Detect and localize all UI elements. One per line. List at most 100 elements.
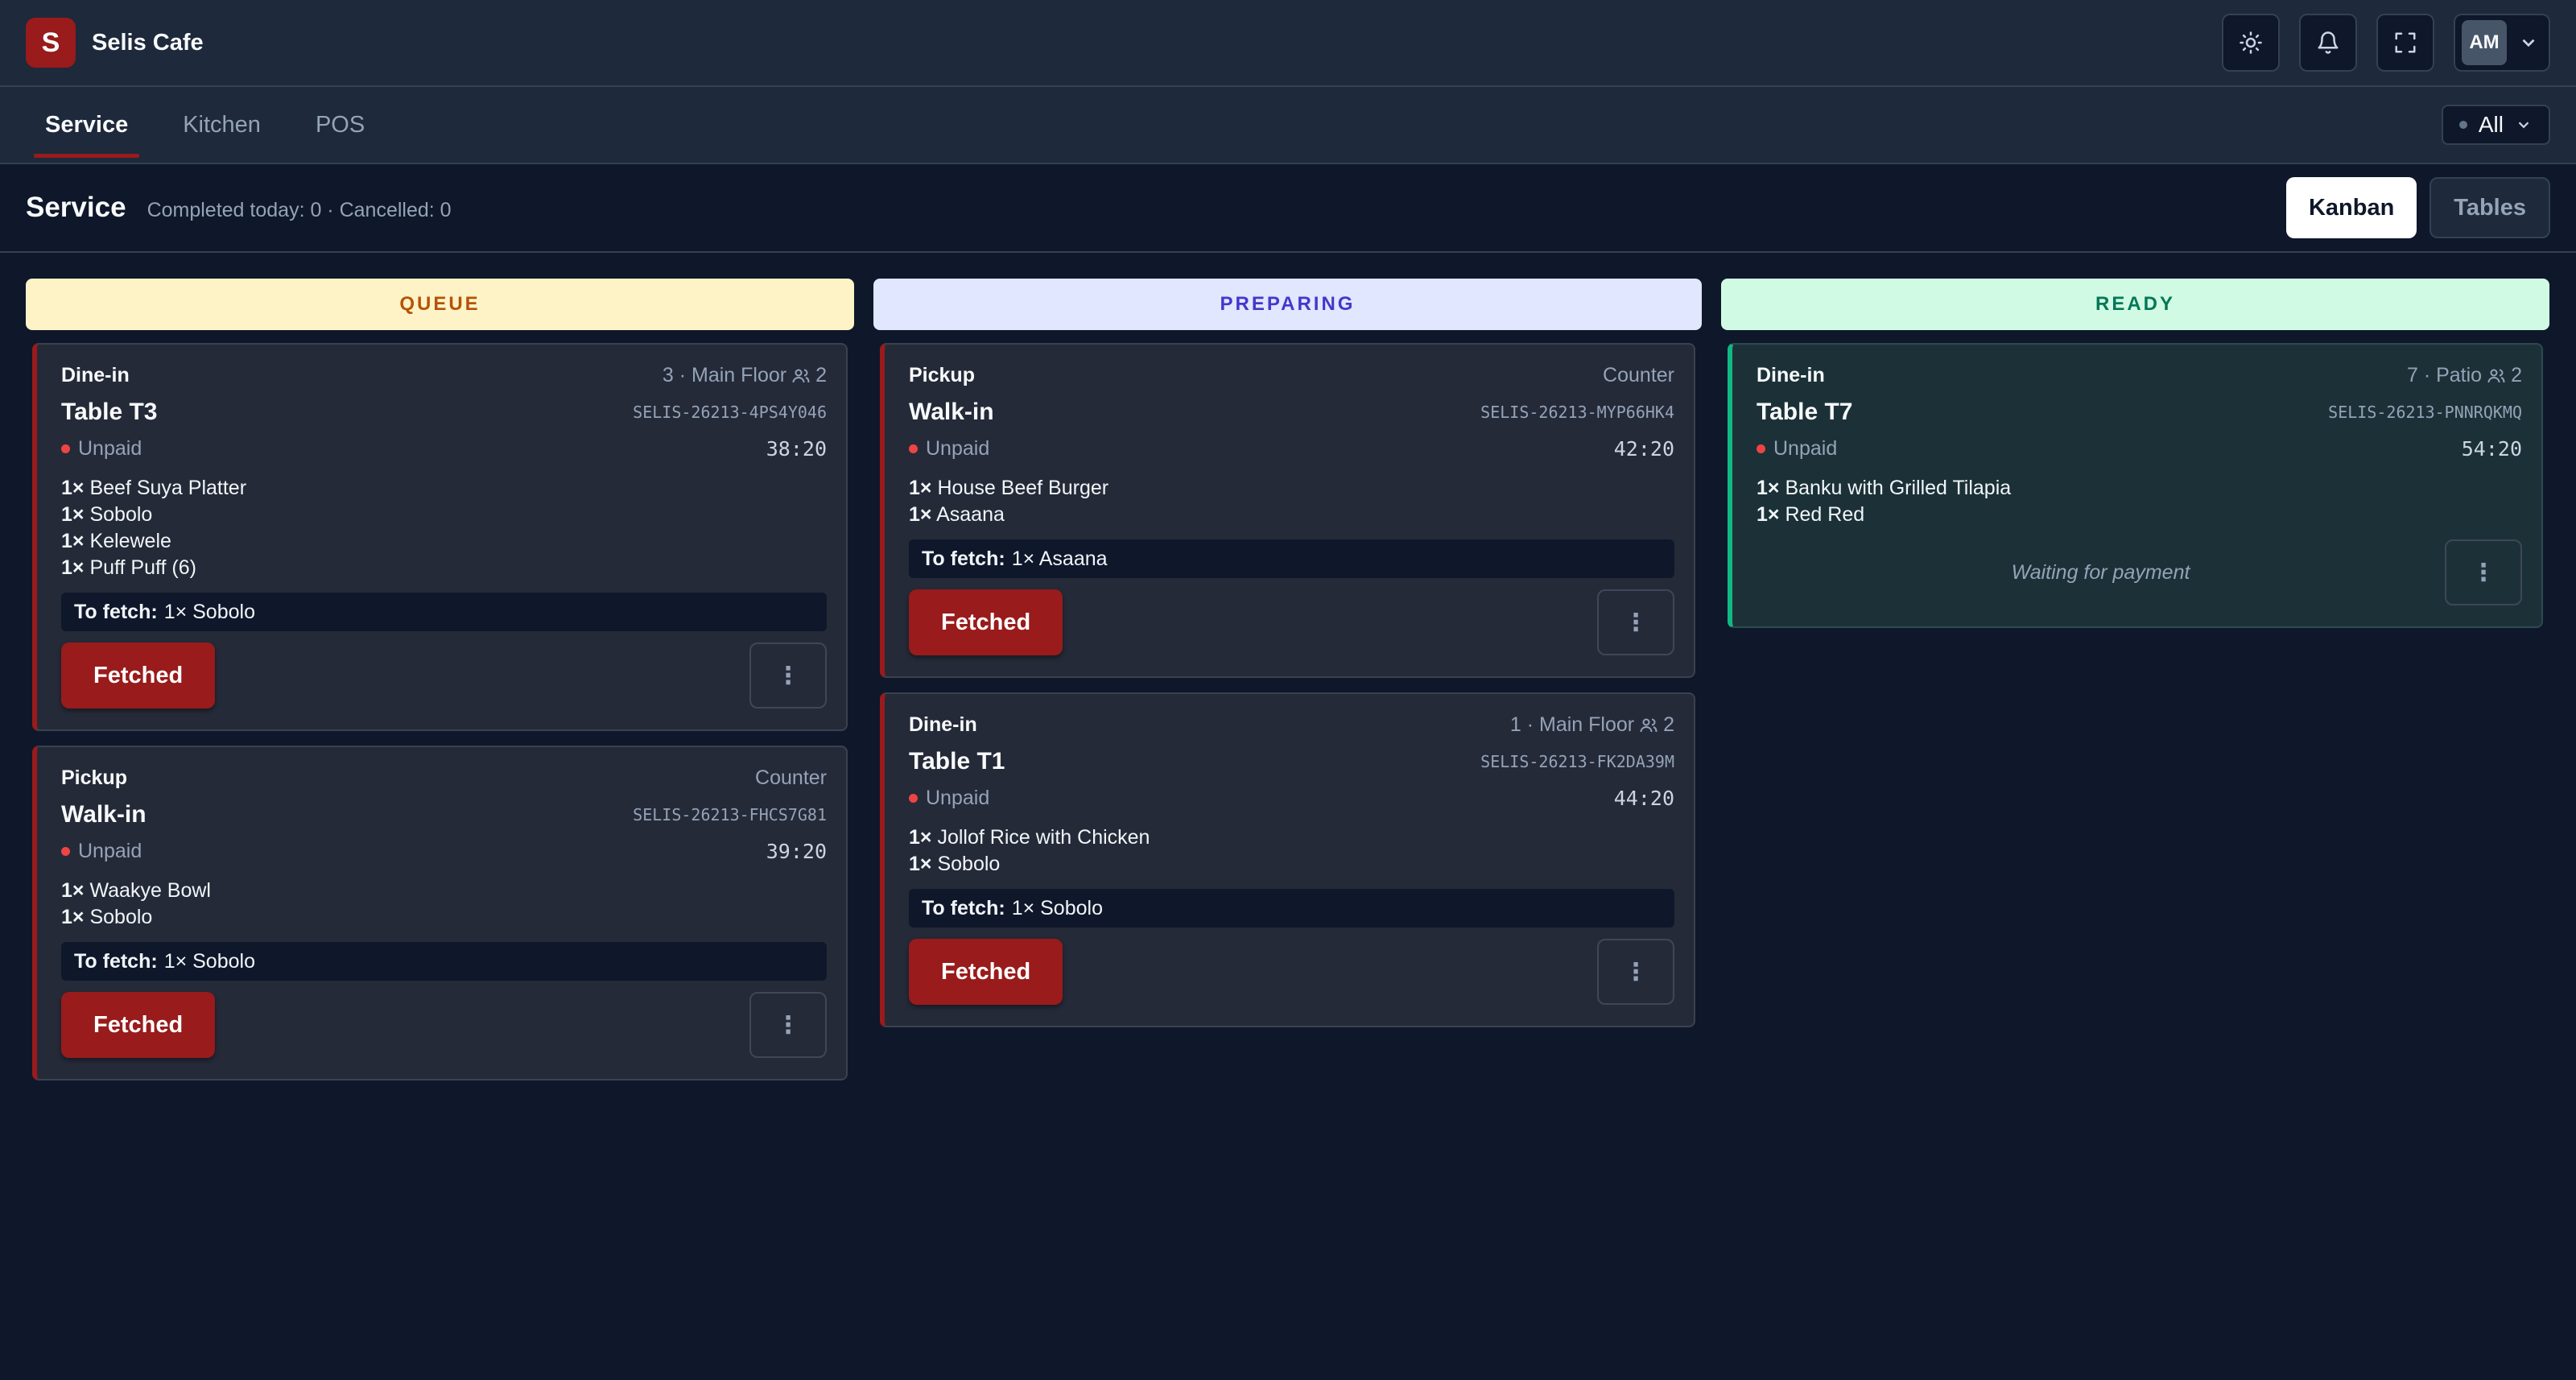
fetched-button[interactable]: Fetched [61,642,216,709]
tab-service[interactable]: Service [26,87,147,163]
order-item: 1× Sobolo [909,851,1674,878]
more-options-button[interactable]: ⋮ [749,642,827,709]
order-item: 1× Puff Puff (6) [61,555,827,581]
tab-bar: Service Kitchen POS All [0,87,2576,164]
brand[interactable]: S Selis Cafe [26,18,204,68]
card-title: Table T1 [909,748,1005,775]
order-location: 3 · Main Floor 2 [663,364,827,387]
location-text: Counter [755,766,827,789]
unpaid-dot [61,444,70,453]
payment-status-text: Unpaid [78,840,142,862]
app-name: Selis Cafe [92,29,204,56]
order-card[interactable]: Dine-in 3 · Main Floor 2 Table T3 SELIS-… [32,343,848,731]
card-meta-row: Dine-in 3 · Main Floor 2 [61,364,827,387]
order-item: 1× Kelewele [61,528,827,555]
card-meta-row: Dine-in 7 · Patio 2 [1757,364,2522,387]
order-id: SELIS-26213-4PS4Y046 [633,403,827,422]
item-qty: 1× [909,503,932,526]
fullscreen-button[interactable] [2376,14,2434,72]
fetched-button[interactable]: Fetched [61,992,216,1058]
ready-column-header: READY [1721,279,2549,330]
order-card[interactable]: Pickup Counter Walk-in SELIS-26213-FHCS7… [32,746,848,1080]
order-card[interactable]: Pickup Counter Walk-in SELIS-26213-MYP66… [880,343,1695,678]
to-fetch-label: To fetch: [922,547,1005,570]
to-fetch-box: To fetch: 1× Asaana [909,539,1674,578]
to-fetch-label: To fetch: [74,600,158,623]
order-timer: 42:20 [1613,437,1674,461]
more-options-button[interactable]: ⋮ [1597,589,1674,655]
item-qty: 1× [61,530,85,552]
order-item: 1× Sobolo [61,904,827,931]
card-title-row: Table T3 SELIS-26213-4PS4Y046 [61,399,827,426]
order-timer: 54:20 [2461,437,2522,461]
more-options-button[interactable]: ⋮ [749,992,827,1058]
order-item: 1× Banku with Grilled Tilapia [1757,475,2522,502]
preparing-column: PREPARING Pickup Counter Walk-in SELIS-2… [873,279,1702,1095]
item-name: Puff Puff (6) [89,556,196,579]
card-status-row: Unpaid 54:20 [1757,437,2522,461]
fetched-button[interactable]: Fetched [909,589,1063,655]
order-location: Counter [1603,364,1674,387]
item-name: Banku with Grilled Tilapia [1785,477,2012,499]
payment-status: Unpaid [61,437,142,461]
item-name: Sobolo [89,906,153,928]
card-title: Walk-in [61,801,147,828]
more-options-button[interactable]: ⋮ [2445,539,2522,605]
to-fetch-label: To fetch: [74,949,158,973]
more-options-button[interactable]: ⋮ [1597,939,1674,1005]
card-status-row: Unpaid 38:20 [61,437,827,461]
payment-status: Unpaid [61,840,142,863]
filter-select[interactable]: All [2441,105,2550,145]
vertical-dots-icon: ⋮ [1624,958,1648,985]
item-name: Sobolo [937,853,1001,875]
tab-pos[interactable]: POS [296,87,384,163]
item-name: Sobolo [89,503,153,526]
order-location: Counter [755,766,827,790]
item-qty: 1× [909,853,932,875]
order-items: 1× House Beef Burger 1× Asaana [909,475,1674,528]
order-items: 1× Waakye Bowl 1× Sobolo [61,878,827,931]
item-name: Red Red [1785,503,1865,526]
order-item: 1× Red Red [1757,502,2522,528]
item-qty: 1× [909,826,932,849]
payment-status-text: Unpaid [926,437,990,460]
payment-status: Unpaid [1757,437,1837,461]
users-icon [2487,369,2505,382]
section-heading: Service Completed today: 0 · Cancelled: … [26,192,452,224]
theme-toggle-button[interactable] [2222,14,2280,72]
card-actions: Fetched ⋮ [909,939,1674,1005]
tables-view-button[interactable]: Tables [2429,177,2550,238]
item-qty: 1× [61,906,85,928]
order-items: 1× Banku with Grilled Tilapia 1× Red Red [1757,475,2522,528]
order-card[interactable]: Dine-in 1 · Main Floor 2 Table T1 SELIS-… [880,692,1695,1027]
to-fetch-box: To fetch: 1× Sobolo [909,889,1674,928]
user-menu-button[interactable]: AM [2454,14,2550,72]
vertical-dots-icon: ⋮ [2471,559,2496,586]
view-toggle: Kanban Tables [2285,177,2550,238]
order-card[interactable]: Dine-in 7 · Patio 2 Table T7 SELIS-26213… [1728,343,2543,628]
unpaid-dot [909,444,918,453]
card-title-row: Table T7 SELIS-26213-PNNRQKMQ [1757,399,2522,426]
notifications-button[interactable] [2299,14,2357,72]
card-status-row: Unpaid 42:20 [909,437,1674,461]
vertical-dots-icon: ⋮ [776,662,800,689]
to-fetch-box: To fetch: 1× Sobolo [61,942,827,981]
daily-stats: Completed today: 0 · Cancelled: 0 [147,199,452,221]
fetched-button[interactable]: Fetched [909,939,1063,1005]
payment-status: Unpaid [909,437,989,461]
ready-column: READY Dine-in 7 · Patio 2 Table T7 SELIS… [1721,279,2549,1095]
chevron-down-icon [2522,39,2535,48]
app-logo: S [26,18,76,68]
users-icon [792,369,810,382]
waiting-for-payment-note: Waiting for payment [2011,560,2190,584]
order-timer: 39:20 [766,840,827,863]
bell-icon [2318,31,2339,54]
order-item: 1× Asaana [909,502,1674,528]
unpaid-dot [909,794,918,803]
preparing-column-header: PREPARING [873,279,1702,330]
kanban-view-button[interactable]: Kanban [2285,177,2417,238]
tab-kitchen[interactable]: Kitchen [163,87,280,163]
order-type: Dine-in [909,713,977,736]
card-actions: Fetched ⋮ [61,992,827,1058]
to-fetch-value: 1× Sobolo [163,600,255,623]
